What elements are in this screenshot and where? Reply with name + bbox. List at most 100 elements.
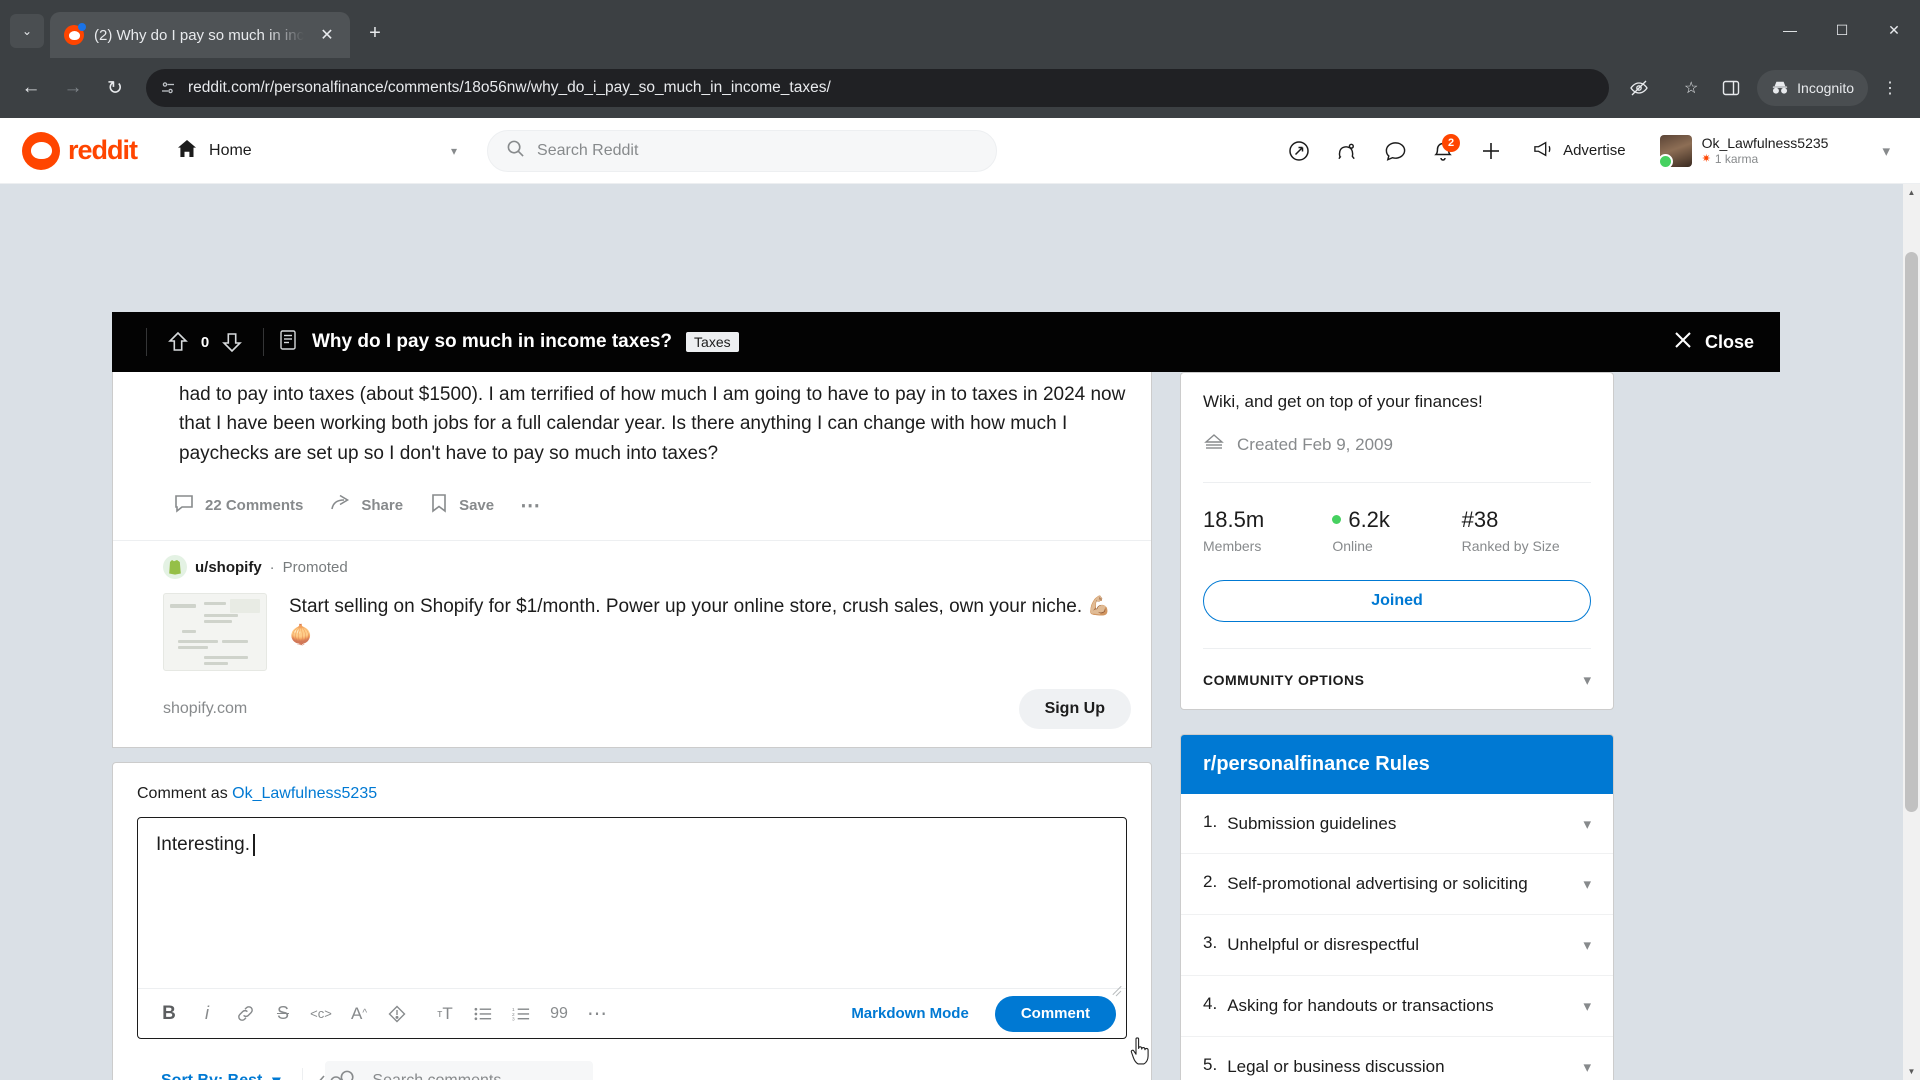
bold-icon[interactable]: B	[152, 997, 186, 1031]
reload-icon[interactable]: ↻	[96, 69, 134, 107]
rule-number: 5.	[1203, 1054, 1218, 1074]
ad-body: Start selling on Shopify for $1/month. P…	[113, 579, 1151, 672]
ad-domain[interactable]: shopify.com	[163, 700, 247, 718]
chevron-down-icon: ▾	[1583, 671, 1591, 689]
forward-icon[interactable]: →	[54, 69, 92, 107]
community-created-label: Created Feb 9, 2009	[1237, 435, 1393, 454]
bulleted-list-icon[interactable]	[466, 997, 500, 1031]
tab-search-button[interactable]: ⌄	[10, 14, 44, 48]
rule-item[interactable]: 3. Unhelpful or disrespectful ▾	[1181, 915, 1613, 976]
share-button[interactable]: Share	[319, 484, 413, 526]
sort-by-dropdown[interactable]: Sort By: Best ▾	[161, 1071, 280, 1080]
post-card: had to pay into taxes (about $1500). I a…	[112, 372, 1152, 749]
advertise-button[interactable]: Advertise	[1518, 131, 1640, 171]
comments-button[interactable]: 22 Comments	[163, 484, 313, 526]
page-settings-icon[interactable]	[160, 80, 176, 96]
rule-item[interactable]: 5. Legal or business discussion ▾	[1181, 1037, 1613, 1080]
back-icon[interactable]: ←	[12, 69, 50, 107]
downvote-icon[interactable]	[215, 325, 249, 359]
close-post-button[interactable]: Close	[1673, 330, 1754, 355]
upvote-icon[interactable]	[161, 325, 195, 359]
save-button[interactable]: Save	[419, 484, 504, 526]
ad-thumbnail[interactable]	[163, 593, 267, 672]
new-tab-button[interactable]: +	[362, 20, 388, 46]
user-karma: ✷ 1 karma	[1702, 152, 1829, 166]
post-flair-badge[interactable]: Taxes	[686, 332, 739, 352]
chevron-down-icon: ▾	[450, 143, 458, 158]
scrollbar-thumb[interactable]	[1905, 252, 1918, 812]
close-icon[interactable]: ✕	[314, 22, 340, 48]
spoiler-icon[interactable]	[380, 997, 414, 1031]
link-icon[interactable]	[228, 997, 262, 1031]
address-bar[interactable]: reddit.com/r/personalfinance/comments/18…	[146, 69, 1610, 107]
rule-number: 4.	[1203, 993, 1218, 1013]
rule-text: Unhelpful or disrespectful	[1227, 935, 1420, 955]
comment-textarea[interactable]: Interesting.	[138, 818, 1126, 988]
notifications-icon[interactable]: 2	[1422, 130, 1464, 172]
reddit-logo-text: reddit	[68, 135, 138, 165]
browser-tab[interactable]: (2) Why do I pay so much in inc ✕	[50, 12, 350, 58]
page-scrollbar[interactable]: ▲ ▼	[1903, 184, 1920, 1080]
user-menu[interactable]: Ok_Lawfulness5235 ✷ 1 karma ▾	[1654, 128, 1898, 174]
rule-text: Self-promotional advertising or soliciti…	[1227, 874, 1528, 894]
search-comments-input[interactable]: Search comments	[325, 1061, 594, 1080]
browser-menu-icon[interactable]: ⋮	[1872, 70, 1908, 106]
minimize-icon[interactable]: —	[1764, 10, 1816, 50]
rule-item[interactable]: 2. Self-promotional advertising or solic…	[1181, 854, 1613, 916]
ad-author[interactable]: u/shopify	[195, 559, 262, 576]
search-placeholder: Search Reddit	[537, 141, 639, 159]
bookmark-star-icon[interactable]: ☆	[1673, 70, 1709, 106]
side-panel-icon[interactable]	[1713, 70, 1749, 106]
vote-count: 0	[200, 333, 210, 351]
reddit-logo[interactable]: reddit	[22, 131, 138, 170]
quote-icon[interactable]: 99	[542, 997, 576, 1031]
resize-handle[interactable]	[1111, 982, 1123, 994]
create-post-icon[interactable]	[1470, 130, 1512, 172]
incognito-indicator[interactable]: Incognito	[1757, 70, 1868, 106]
strikethrough-icon[interactable]: S	[266, 997, 300, 1031]
cake-icon	[1203, 433, 1225, 458]
reddit-favicon-icon	[64, 23, 86, 45]
scroll-up-arrow-icon[interactable]: ▲	[1903, 184, 1920, 201]
post-more-button[interactable]: ⋯	[510, 485, 550, 526]
share-label: Share	[361, 496, 404, 514]
games-icon[interactable]	[1326, 130, 1368, 172]
rules-list: 1. Submission guidelines ▾ 2. Self-promo…	[1181, 794, 1613, 1080]
ad-header: u/shopify · Promoted	[113, 555, 1151, 580]
submit-comment-button[interactable]: Comment	[994, 995, 1116, 1032]
ad-signup-button[interactable]: Sign Up	[1018, 689, 1131, 730]
heading-icon[interactable]: тT	[428, 997, 462, 1031]
rule-number: 3.	[1203, 933, 1218, 953]
reddit-header: reddit Home ▾ Search Reddit 2 Advertise …	[0, 118, 1920, 184]
maximize-icon[interactable]: ☐	[1816, 10, 1868, 50]
comment-draft-text: Interesting.	[156, 834, 250, 856]
tab-audio-badge	[78, 23, 86, 31]
scroll-down-arrow-icon[interactable]: ▼	[1903, 1063, 1920, 1080]
editor-more-icon[interactable]: ⋯	[580, 997, 614, 1031]
italic-icon[interactable]: i	[190, 997, 224, 1031]
rule-item[interactable]: 1. Submission guidelines ▾	[1181, 794, 1613, 855]
inline-code-icon[interactable]: <c>	[304, 997, 338, 1031]
comment-editor[interactable]: Interesting. B i S <c> A ^ т T 1 2 3 99 …	[137, 817, 1127, 1040]
community-selector[interactable]: Home ▾	[167, 130, 467, 172]
comment-as-line: Comment as Ok_Lawfulness5235	[137, 785, 1127, 803]
stat-members: 18.5m Members	[1203, 507, 1332, 554]
superscript-icon[interactable]: A ^	[342, 997, 376, 1031]
eye-off-icon[interactable]	[1621, 70, 1657, 106]
popular-icon[interactable]	[1278, 130, 1320, 172]
rule-text: Asking for handouts or transactions	[1227, 995, 1494, 1015]
markdown-mode-button[interactable]: Markdown Mode	[839, 1005, 981, 1022]
numbered-list-icon[interactable]: 123	[504, 997, 538, 1031]
rule-item[interactable]: 4. Asking for handouts or transactions ▾	[1181, 976, 1613, 1037]
rule-text: Legal or business discussion	[1227, 1056, 1445, 1076]
search-input[interactable]: Search Reddit	[487, 129, 998, 172]
svg-text:3: 3	[512, 1016, 515, 1021]
chat-icon[interactable]	[1374, 130, 1416, 172]
joined-button[interactable]: Joined	[1203, 579, 1591, 622]
comment-as-username[interactable]: Ok_Lawfulness5235	[232, 785, 377, 802]
text-caret	[253, 834, 255, 857]
window-close-icon[interactable]: ✕	[1868, 10, 1920, 50]
close-icon	[1673, 330, 1693, 355]
user-karma-label: 1 karma	[1714, 151, 1759, 166]
community-options-row[interactable]: COMMUNITY OPTIONS ▾	[1203, 647, 1591, 689]
